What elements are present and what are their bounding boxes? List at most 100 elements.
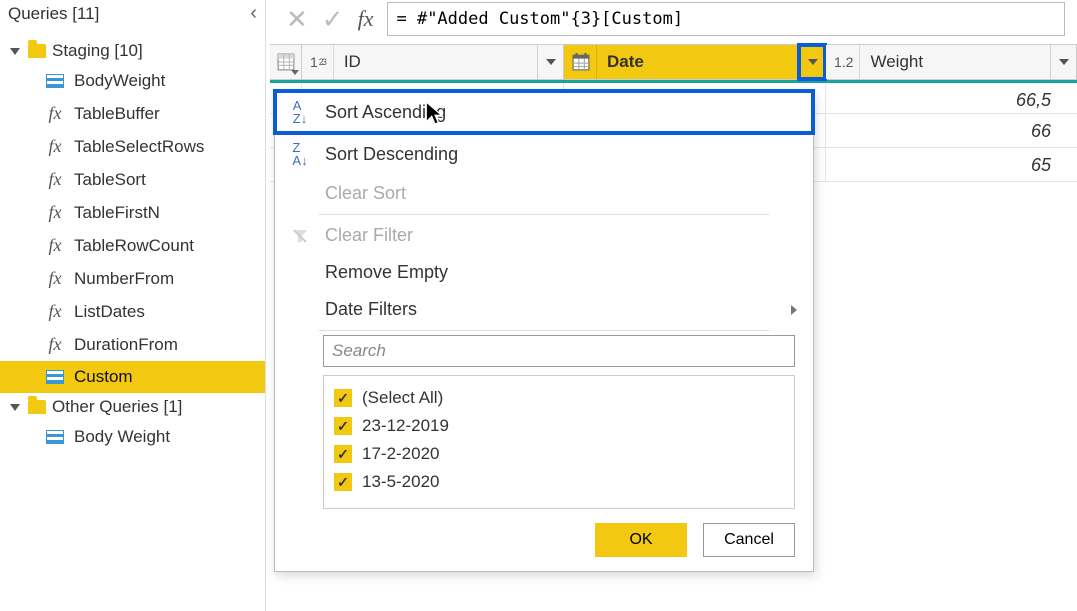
expand-toggle-icon[interactable] bbox=[10, 404, 20, 411]
query-label: TableBuffer bbox=[74, 104, 160, 124]
filter-value-item[interactable]: ✓ 13-5-2020 bbox=[334, 468, 784, 496]
menu-item-label: Sort Descending bbox=[325, 144, 458, 165]
column-type-decimal-icon[interactable]: 1.2 bbox=[826, 45, 860, 79]
menu-separator bbox=[319, 214, 769, 215]
query-label: TableRowCount bbox=[74, 236, 194, 256]
query-label: TableSelectRows bbox=[74, 137, 204, 157]
cell-weight: 65 bbox=[826, 148, 1077, 181]
formula-input[interactable] bbox=[387, 2, 1065, 36]
query-item-custom[interactable]: Custom bbox=[0, 361, 265, 393]
query-label: TableSort bbox=[74, 170, 146, 190]
clear-filter-icon bbox=[289, 228, 311, 244]
sort-ascending-menu-item[interactable]: AZ↓ Sort Ascending bbox=[275, 91, 813, 133]
query-label: Custom bbox=[74, 367, 133, 387]
menu-item-label: Remove Empty bbox=[325, 262, 448, 283]
queries-tree: Staging [10] BodyWeight fx TableBuffer f… bbox=[0, 31, 265, 453]
fx-icon: fx bbox=[46, 103, 64, 124]
formula-commit-icon[interactable]: ✓ bbox=[322, 4, 344, 35]
column-type-whole-number-icon[interactable]: 123 bbox=[302, 45, 334, 79]
query-item-tablebuffer[interactable]: fx TableBuffer bbox=[0, 97, 265, 130]
date-filters-menu-item[interactable]: Date Filters bbox=[275, 291, 813, 328]
query-item-numberfrom[interactable]: fx NumberFrom bbox=[0, 262, 265, 295]
sidebar-header: Queries [11] ‹ bbox=[0, 0, 265, 31]
column-type-date-icon[interactable] bbox=[564, 45, 597, 79]
query-item-listdates[interactable]: fx ListDates bbox=[0, 295, 265, 328]
fx-icon: fx bbox=[46, 235, 64, 256]
column-filter-menu: AZ↓ Sort Ascending ZA↓ Sort Descending C… bbox=[274, 90, 814, 572]
remove-empty-menu-item[interactable]: Remove Empty bbox=[275, 254, 813, 291]
grid-header: 123 ID Date 1.2 Weight bbox=[270, 44, 1077, 80]
formula-cancel-icon[interactable]: ✕ bbox=[286, 4, 308, 35]
filter-value-label: 13-5-2020 bbox=[362, 472, 440, 492]
query-item-body-weight[interactable]: Body Weight bbox=[0, 421, 265, 453]
folder-icon bbox=[28, 44, 46, 58]
folder-other-queries[interactable]: Other Queries [1] bbox=[0, 393, 265, 421]
clear-sort-menu-item: Clear Sort bbox=[275, 175, 813, 212]
menu-item-label: Clear Sort bbox=[325, 183, 406, 204]
folder-icon bbox=[28, 400, 46, 414]
filter-value-label: 23-12-2019 bbox=[362, 416, 449, 436]
column-label: Weight bbox=[860, 52, 1050, 72]
clear-filter-menu-item: Clear Filter bbox=[275, 217, 813, 254]
filter-value-item[interactable]: ✓ 17-2-2020 bbox=[334, 440, 784, 468]
column-label: ID bbox=[334, 52, 537, 72]
query-item-tablerowcount[interactable]: fx TableRowCount bbox=[0, 229, 265, 262]
sort-descending-menu-item[interactable]: ZA↓ Sort Descending bbox=[275, 133, 813, 175]
formula-fx-icon[interactable]: fx bbox=[358, 6, 374, 32]
select-all-corner[interactable] bbox=[270, 45, 302, 79]
column-filter-dropdown-icon[interactable] bbox=[799, 45, 825, 79]
folder-staging[interactable]: Staging [10] bbox=[0, 37, 265, 65]
ok-button[interactable]: OK bbox=[595, 523, 687, 557]
sidebar-title: Queries [11] bbox=[8, 4, 99, 24]
query-item-durationfrom[interactable]: fx DurationFrom bbox=[0, 328, 265, 361]
column-filter-dropdown-icon[interactable] bbox=[1050, 45, 1076, 79]
filter-values-list: ✓ (Select All) ✓ 23-12-2019 ✓ 17-2-2020 … bbox=[323, 375, 795, 509]
formula-bar: ✕ ✓ fx bbox=[266, 0, 1077, 44]
column-filter-dropdown-icon[interactable] bbox=[537, 45, 563, 79]
filter-value-label: 17-2-2020 bbox=[362, 444, 440, 464]
fx-icon: fx bbox=[46, 268, 64, 289]
fx-icon: fx bbox=[46, 202, 64, 223]
expand-toggle-icon[interactable] bbox=[10, 48, 20, 55]
collapse-sidebar-icon[interactable]: ‹ bbox=[250, 2, 257, 25]
column-label: Date bbox=[597, 52, 799, 72]
column-header-date[interactable]: Date bbox=[564, 45, 826, 79]
query-label: ListDates bbox=[74, 302, 145, 322]
column-header-id[interactable]: 123 ID bbox=[302, 45, 564, 79]
checkbox-checked-icon[interactable]: ✓ bbox=[334, 417, 352, 435]
table-options-dropdown-icon[interactable] bbox=[291, 70, 299, 75]
query-label: DurationFrom bbox=[74, 335, 178, 355]
table-icon bbox=[46, 74, 64, 88]
filter-search-input[interactable]: Search bbox=[323, 335, 795, 367]
filter-value-select-all[interactable]: ✓ (Select All) bbox=[334, 384, 784, 412]
fx-icon: fx bbox=[46, 301, 64, 322]
fx-icon: fx bbox=[46, 334, 64, 355]
table-icon bbox=[46, 370, 64, 384]
column-header-weight[interactable]: 1.2 Weight bbox=[826, 45, 1077, 79]
menu-item-label: Sort Ascending bbox=[325, 102, 446, 123]
checkbox-checked-icon[interactable]: ✓ bbox=[334, 445, 352, 463]
query-item-bodyweight[interactable]: BodyWeight bbox=[0, 65, 265, 97]
checkbox-checked-icon[interactable]: ✓ bbox=[334, 389, 352, 407]
query-label: BodyWeight bbox=[74, 71, 165, 91]
query-item-tablefirstn[interactable]: fx TableFirstN bbox=[0, 196, 265, 229]
table-icon bbox=[46, 430, 64, 444]
filter-value-item[interactable]: ✓ 23-12-2019 bbox=[334, 412, 784, 440]
fx-icon: fx bbox=[46, 136, 64, 157]
filter-value-label: (Select All) bbox=[362, 388, 443, 408]
sort-descending-icon: ZA↓ bbox=[289, 141, 311, 167]
folder-label: Other Queries [1] bbox=[52, 397, 182, 417]
fx-icon: fx bbox=[46, 169, 64, 190]
cancel-button[interactable]: Cancel bbox=[703, 523, 795, 557]
menu-item-label: Date Filters bbox=[325, 299, 417, 320]
folder-label: Staging [10] bbox=[52, 41, 143, 61]
menu-button-row: OK Cancel bbox=[275, 509, 813, 557]
menu-item-label: Clear Filter bbox=[325, 225, 413, 246]
query-item-tableselectrows[interactable]: fx TableSelectRows bbox=[0, 130, 265, 163]
query-label: Body Weight bbox=[74, 427, 170, 447]
query-item-tablesort[interactable]: fx TableSort bbox=[0, 163, 265, 196]
query-label: TableFirstN bbox=[74, 203, 160, 223]
cell-weight: 66,5 bbox=[826, 83, 1077, 113]
checkbox-checked-icon[interactable]: ✓ bbox=[334, 473, 352, 491]
submenu-arrow-icon bbox=[791, 305, 797, 315]
